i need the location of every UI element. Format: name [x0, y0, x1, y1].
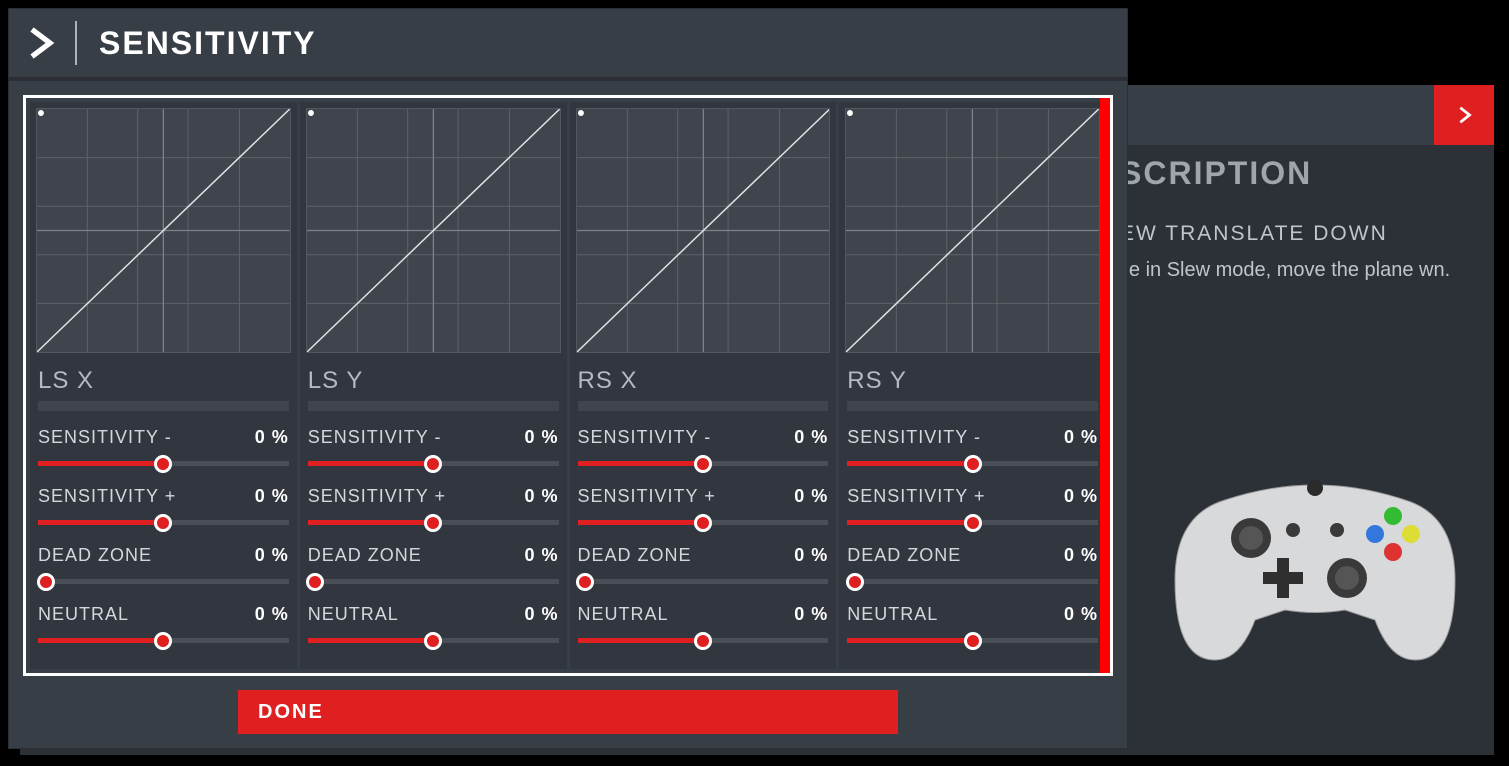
slider-label: SENSITIVITY - — [578, 427, 712, 448]
axis-position-bar — [578, 401, 829, 411]
sensitivity-modal: SENSITIVITY LS X SENSITIVITY - 0 % SENSIT… — [8, 8, 1128, 749]
deadzone-slider[interactable] — [38, 572, 289, 592]
description-title: EW TRANSLATE DOWN — [1120, 222, 1484, 246]
sensitivity-minus-slider[interactable] — [38, 454, 289, 474]
axis-position-bar — [308, 401, 559, 411]
axis-card-lsy: LS Y SENSITIVITY - 0 % SENSITIVITY + 0 % D… — [300, 102, 567, 669]
slider-label: SENSITIVITY - — [847, 427, 981, 448]
deadzone-slider[interactable] — [308, 572, 559, 592]
response-curve-graph — [576, 108, 831, 353]
next-tab-button[interactable] — [1434, 85, 1494, 145]
slider-label: SENSITIVITY + — [578, 486, 716, 507]
header-separator — [75, 21, 77, 65]
response-curve-graph — [306, 108, 561, 353]
slider-label: SENSITIVITY + — [308, 486, 446, 507]
chevron-right-icon — [23, 25, 59, 61]
neutral-slider[interactable] — [308, 631, 559, 651]
axis-label: RS X — [578, 367, 829, 395]
deadzone-slider[interactable] — [847, 572, 1098, 592]
axis-cards-container: LS X SENSITIVITY - 0 % SENSITIVITY + 0 % D… — [23, 95, 1113, 676]
neutral-slider[interactable] — [847, 631, 1098, 651]
axis-card-rsx: RS X SENSITIVITY - 0 % SENSITIVITY + 0 % D… — [570, 102, 837, 669]
axis-label: LS Y — [308, 367, 559, 395]
slider-value: 0 % — [524, 427, 558, 448]
slider-label: NEUTRAL — [578, 604, 669, 625]
slider-value: 0 % — [1064, 604, 1098, 625]
response-curve-graph — [36, 108, 291, 353]
slider-label: NEUTRAL — [308, 604, 399, 625]
sensitivity-minus-slider[interactable] — [578, 454, 829, 474]
modal-title: SENSITIVITY — [99, 25, 317, 62]
deadzone-slider[interactable] — [578, 572, 829, 592]
done-button-label: DONE — [258, 701, 324, 724]
slider-value: 0 % — [255, 604, 289, 625]
description-panel: SCRIPTION EW TRANSLATE DOWN ile in Slew … — [1120, 155, 1484, 284]
slider-label: DEAD ZONE — [38, 545, 152, 566]
controller-image — [1165, 460, 1465, 670]
slider-value: 0 % — [524, 545, 558, 566]
axis-position-bar — [847, 401, 1098, 411]
neutral-slider[interactable] — [38, 631, 289, 651]
slider-value: 0 % — [255, 545, 289, 566]
sensitivity-plus-slider[interactable] — [38, 513, 289, 533]
slider-value: 0 % — [1064, 486, 1098, 507]
slider-value: 0 % — [1064, 427, 1098, 448]
description-body: ile in Slew mode, move the plane wn. — [1120, 256, 1484, 284]
sensitivity-minus-slider[interactable] — [308, 454, 559, 474]
chevron-right-icon — [1453, 104, 1475, 126]
slider-value: 0 % — [255, 486, 289, 507]
description-heading: SCRIPTION — [1120, 155, 1484, 192]
slider-label: SENSITIVITY - — [308, 427, 442, 448]
slider-label: DEAD ZONE — [847, 545, 961, 566]
axis-card-rsy: RS Y SENSITIVITY - 0 % SENSITIVITY + 0 % D… — [839, 102, 1106, 669]
slider-label: SENSITIVITY + — [847, 486, 985, 507]
axis-position-bar — [38, 401, 289, 411]
axis-label: LS X — [38, 367, 289, 395]
slider-value: 0 % — [1064, 545, 1098, 566]
slider-value: 0 % — [524, 486, 558, 507]
response-curve-graph — [845, 108, 1100, 353]
slider-value: 0 % — [794, 604, 828, 625]
neutral-slider[interactable] — [578, 631, 829, 651]
slider-value: 0 % — [255, 427, 289, 448]
sensitivity-plus-slider[interactable] — [847, 513, 1098, 533]
slider-value: 0 % — [794, 427, 828, 448]
sensitivity-plus-slider[interactable] — [578, 513, 829, 533]
slider-label: DEAD ZONE — [578, 545, 692, 566]
slider-label: NEUTRAL — [38, 604, 129, 625]
done-button[interactable]: DONE — [238, 690, 898, 734]
slider-value: 0 % — [794, 545, 828, 566]
modal-header: SENSITIVITY — [9, 9, 1127, 81]
axis-card-lsx: LS X SENSITIVITY - 0 % SENSITIVITY + 0 % D… — [30, 102, 297, 669]
sensitivity-plus-slider[interactable] — [308, 513, 559, 533]
slider-value: 0 % — [794, 486, 828, 507]
slider-label: NEUTRAL — [847, 604, 938, 625]
slider-value: 0 % — [524, 604, 558, 625]
slider-label: DEAD ZONE — [308, 545, 422, 566]
slider-label: SENSITIVITY + — [38, 486, 176, 507]
sensitivity-minus-slider[interactable] — [847, 454, 1098, 474]
slider-label: SENSITIVITY - — [38, 427, 172, 448]
axis-label: RS Y — [847, 367, 1098, 395]
